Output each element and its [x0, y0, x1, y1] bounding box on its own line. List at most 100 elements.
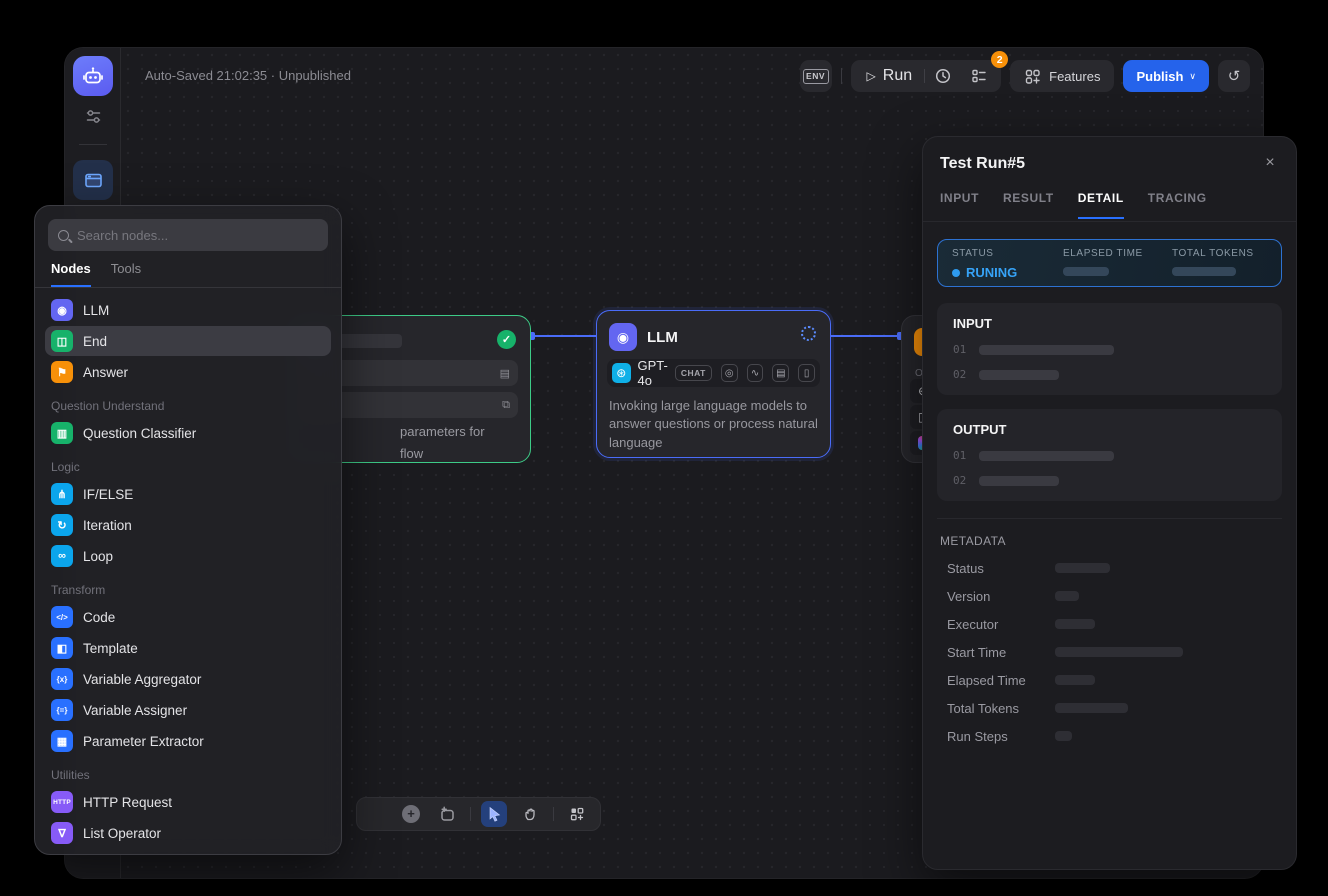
line-number: 02 — [953, 368, 966, 381]
sliders-icon — [85, 108, 102, 125]
edge-start-to-llm — [531, 335, 596, 337]
add-node-button[interactable]: + — [398, 801, 424, 827]
close-button[interactable]: × — [1258, 151, 1282, 175]
list-operator-icon: ∇ — [51, 822, 73, 844]
checklist-button[interactable] — [961, 60, 997, 92]
node-item-http-request[interactable]: HTTPHTTP Request — [45, 787, 331, 817]
node-item-iteration[interactable]: ↻Iteration — [45, 510, 331, 540]
node-item-variable-aggregator[interactable]: {x}Variable Aggregator — [45, 664, 331, 694]
elapsed-time-label: ELAPSED TIME — [1063, 248, 1172, 259]
panel-toggle-button[interactable] — [73, 160, 113, 200]
node-item-list-operator[interactable]: ∇List Operator — [45, 818, 331, 848]
search-input[interactable] — [77, 228, 318, 243]
start-node-title-ghost — [338, 334, 402, 348]
node-item-code[interactable]: </>Code — [45, 602, 331, 632]
variable-aggregator-icon: {x} — [51, 668, 73, 690]
node-list: ◉LLM ◫End ⚑Answer Question Understand ▥Q… — [35, 288, 341, 855]
llm-node-title: LLM — [647, 329, 678, 346]
model-provider-icon: ⊛ — [612, 363, 631, 383]
node-item-answer[interactable]: ⚑Answer — [45, 357, 331, 387]
skeleton-bar — [979, 345, 1114, 355]
publish-label: Publish — [1136, 69, 1183, 84]
clock-icon — [934, 67, 952, 85]
model-selector[interactable]: ⊛ GPT-4o CHAT ◎ ∿ ▤ ▯ — [607, 359, 820, 387]
skeleton-bar — [1055, 619, 1095, 629]
status-dot-icon — [952, 269, 960, 277]
end-icon: ◫ — [51, 330, 73, 352]
features-button[interactable]: Features — [1010, 60, 1114, 92]
skeleton-bar — [1055, 563, 1110, 573]
organize-nodes-button[interactable] — [564, 801, 590, 827]
node-item-variable-assigner[interactable]: {=}Variable Assigner — [45, 695, 331, 725]
run-history-button[interactable] — [925, 60, 961, 92]
iteration-icon: ↻ — [51, 514, 73, 536]
features-icon — [1024, 68, 1041, 85]
skeleton-bar — [1063, 267, 1109, 276]
variable-assigner-icon: {=} — [51, 699, 73, 721]
publish-button[interactable]: Publish ∨ — [1123, 60, 1209, 92]
pointer-tool-button[interactable] — [481, 801, 507, 827]
start-node-description-line: flow — [400, 446, 423, 461]
test-run-panel: Test Run#5 × INPUT RESULT DETAIL TRACING… — [922, 136, 1297, 870]
chat-mode-badge: CHAT — [675, 365, 712, 381]
search-icon — [58, 230, 69, 241]
chevron-down-icon: ∨ — [1189, 71, 1196, 82]
line-number: 01 — [953, 343, 966, 356]
divider — [937, 518, 1282, 519]
loading-spinner-icon — [801, 326, 816, 341]
skeleton-bar — [1055, 703, 1128, 713]
tab-tracing[interactable]: TRACING — [1148, 191, 1207, 219]
skeleton-bar — [1055, 647, 1183, 657]
vision-icon: ◎ — [721, 364, 738, 382]
node-item-parameter-extractor[interactable]: ▦Parameter Extractor — [45, 726, 331, 756]
loop-icon: ∞ — [51, 545, 73, 567]
history-icon: ↺ — [1228, 67, 1241, 85]
search-box[interactable] — [48, 219, 328, 251]
features-label: Features — [1049, 69, 1100, 84]
audio-icon: ∿ — [747, 364, 764, 382]
add-note-button[interactable] — [434, 801, 460, 827]
skeleton-bar — [979, 451, 1114, 461]
skeleton-bar — [1055, 591, 1079, 601]
tab-detail[interactable]: DETAIL — [1078, 191, 1124, 219]
skeleton-bar — [1055, 731, 1072, 741]
node-item-template[interactable]: ◧Template — [45, 633, 331, 663]
metadata-rows: Status Version Executor Start Time Elaps… — [937, 554, 1282, 750]
edge-llm-to-end — [831, 335, 901, 337]
question-classifier-icon: ▥ — [51, 422, 73, 444]
divider — [79, 144, 107, 145]
app-logo[interactable] — [73, 56, 113, 96]
node-item-if-else[interactable]: ⋔IF/ELSE — [45, 479, 331, 509]
document-icon: ▯ — [798, 364, 815, 382]
run-button[interactable]: ▷ Run — [855, 60, 925, 92]
metadata-row: Status — [937, 554, 1282, 582]
close-icon: × — [1265, 154, 1274, 172]
env-button[interactable]: ENV — [800, 60, 832, 92]
divider — [470, 807, 471, 821]
preferences-button[interactable] — [77, 100, 109, 132]
section-header: Transform — [45, 572, 331, 601]
play-icon: ▷ — [867, 69, 876, 83]
hand-tool-button[interactable] — [517, 801, 543, 827]
version-history-button[interactable]: ↺ — [1218, 60, 1250, 92]
checklist-icon — [970, 67, 988, 85]
node-item-end[interactable]: ◫End — [45, 326, 331, 356]
tab-tools[interactable]: Tools — [111, 261, 141, 287]
node-item-question-classifier[interactable]: ▥Question Classifier — [45, 418, 331, 448]
notification-badge[interactable]: 2 — [991, 51, 1008, 68]
llm-node[interactable]: ◉ LLM ⊛ GPT-4o CHAT ◎ ∿ ▤ ▯ Invoking lar… — [596, 310, 831, 458]
input-card: INPUT 01 02 — [937, 303, 1282, 395]
run-panel-tabs: INPUT RESULT DETAIL TRACING — [940, 191, 1207, 219]
node-item-llm[interactable]: ◉LLM — [45, 295, 331, 325]
total-tokens-label: TOTAL TOKENS — [1172, 248, 1254, 259]
llm-node-icon: ◉ — [609, 323, 637, 351]
tab-result[interactable]: RESULT — [1003, 191, 1054, 219]
node-search-panel: Nodes Tools ◉LLM ◫End ⚑Answer Question U… — [34, 205, 342, 855]
tab-input[interactable]: INPUT — [940, 191, 979, 219]
node-item-loop[interactable]: ∞Loop — [45, 541, 331, 571]
metadata-row: Start Time — [937, 638, 1282, 666]
skeleton-bar — [1055, 675, 1095, 685]
section-header: Question Understand — [45, 388, 331, 417]
tab-nodes[interactable]: Nodes — [51, 261, 91, 287]
window-panel-icon — [83, 170, 104, 191]
